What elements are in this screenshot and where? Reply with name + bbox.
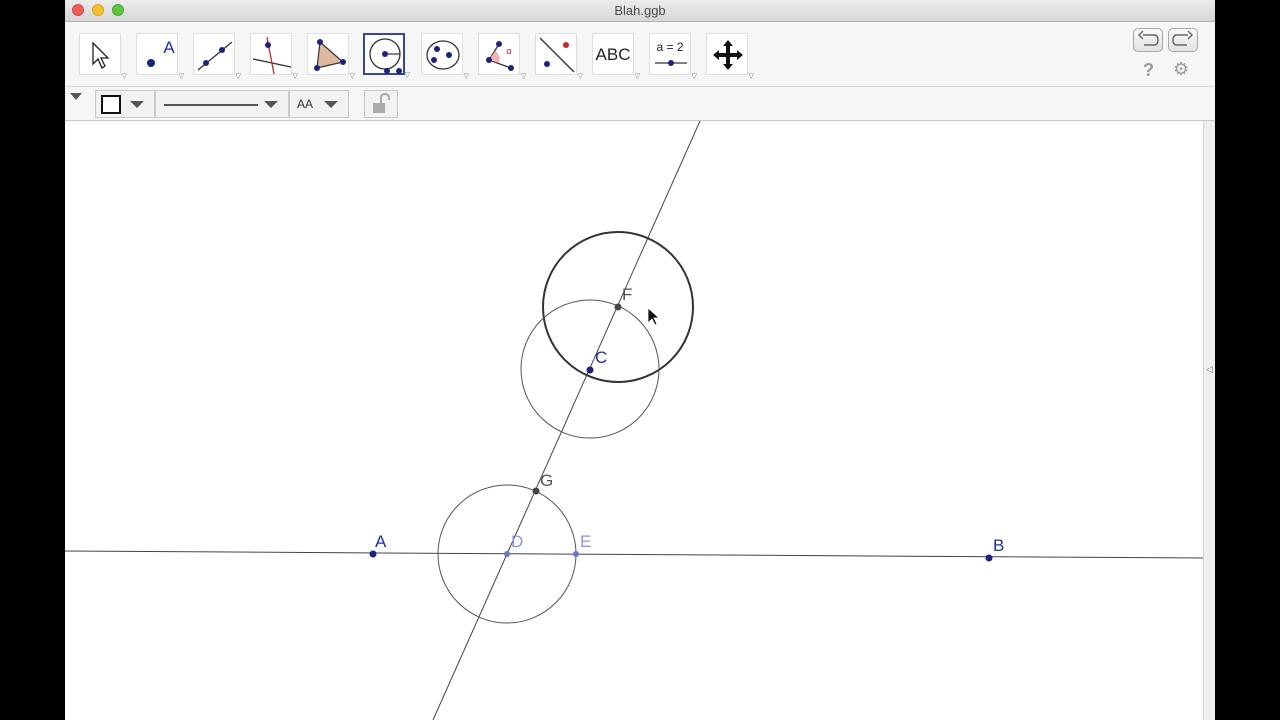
point-g[interactable] [532, 487, 540, 495]
angle-tool-label: α [506, 46, 512, 56]
polygon-tool[interactable]: ▽ [307, 33, 355, 80]
text-tool-label: ABC [595, 45, 631, 64]
toolbar: ▽ A ▽ ▽ ▽ ▽ ▽ ▽ α ▽ ▽ ABC ▽ a = 2 ▽ ▽ ? … [65, 22, 1215, 87]
point-tool-label: A [163, 38, 175, 57]
circle-center-point-tool[interactable]: ▽ [363, 33, 410, 79]
polygon-icon [314, 39, 346, 71]
move-tool[interactable]: ▽ [79, 33, 127, 80]
point-g-label: G [540, 471, 553, 490]
point-c-label: C [595, 348, 607, 367]
arrow-cursor-icon [92, 41, 110, 69]
help-icon[interactable]: ? [1143, 60, 1154, 81]
sidebar-collapse-strip[interactable]: ◁ [1203, 121, 1215, 720]
gear-icon[interactable]: ⚙ [1173, 59, 1189, 80]
point-d-label: D [511, 532, 523, 551]
move-arrows-icon [713, 40, 743, 70]
line-icon [197, 41, 233, 71]
line-ab[interactable] [65, 550, 1204, 559]
point-f-label: F [622, 285, 632, 304]
undo-icon [1138, 30, 1159, 46]
text-tool[interactable]: ABC ▽ [592, 33, 640, 80]
text-size-label: AA [297, 97, 314, 111]
graphics-view[interactable]: A B C D E F G [65, 120, 1204, 720]
point-c[interactable] [586, 366, 594, 374]
perpendicular-line-icon [252, 36, 292, 75]
window-title: Blah.ggb [614, 3, 666, 18]
point-a[interactable] [369, 550, 377, 558]
point-d[interactable] [504, 551, 510, 557]
slider-tool[interactable]: a = 2 ▽ [649, 33, 697, 80]
move-graphics-view-tool[interactable]: ▽ [706, 33, 754, 80]
text-size-button[interactable]: AA [289, 90, 349, 118]
geogebra-window: Blah.ggb ▽ A ▽ ▽ ▽ ▽ ▽ ▽ α ▽ ▽ ABC ▽ a =… [65, 0, 1215, 720]
line-tool[interactable]: ▽ [193, 33, 241, 80]
lock-button[interactable] [364, 90, 398, 118]
circle-center-icon [369, 38, 402, 74]
point-b[interactable] [985, 554, 993, 562]
point-tool[interactable]: A ▽ [136, 33, 184, 80]
conic-tool[interactable]: ▽ [421, 33, 469, 80]
unlock-icon [373, 92, 390, 113]
line-style-icon [164, 101, 278, 108]
perpendicular-line-tool[interactable]: ▽ [250, 33, 298, 80]
reflect-tool[interactable]: ▽ [535, 33, 583, 80]
redo-button[interactable] [1168, 28, 1198, 52]
style-bar: AA [65, 87, 1215, 121]
toggle-stylebar-icon[interactable] [69, 92, 83, 102]
point-f[interactable] [614, 303, 622, 311]
undo-button[interactable] [1133, 28, 1163, 52]
reflect-icon [539, 37, 575, 73]
angle-tool[interactable]: α ▽ [478, 33, 526, 80]
point-e[interactable] [573, 551, 579, 557]
slider-icon [655, 60, 687, 66]
geometry-canvas[interactable]: A B C D E F G [65, 120, 1204, 720]
point-b-label: B [993, 536, 1004, 555]
line-through-f-g[interactable] [432, 120, 701, 720]
title-bar: Blah.ggb [65, 0, 1215, 22]
mouse-cursor-icon [647, 307, 661, 326]
color-square-icon [101, 95, 144, 114]
point-e-label: E [580, 532, 591, 551]
collapse-arrow-icon[interactable]: ◁ [1206, 364, 1213, 375]
line-color-button[interactable] [95, 90, 155, 118]
line-style-button[interactable] [155, 90, 289, 118]
ellipse-icon [426, 40, 460, 70]
redo-icon [1172, 30, 1193, 46]
point-a-label: A [375, 532, 387, 551]
